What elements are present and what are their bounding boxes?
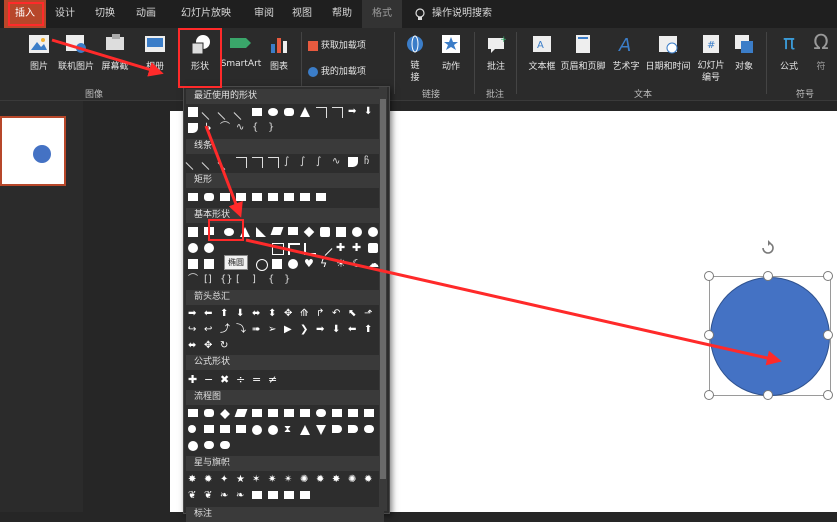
annotation-arrows: [51, 38, 782, 366]
